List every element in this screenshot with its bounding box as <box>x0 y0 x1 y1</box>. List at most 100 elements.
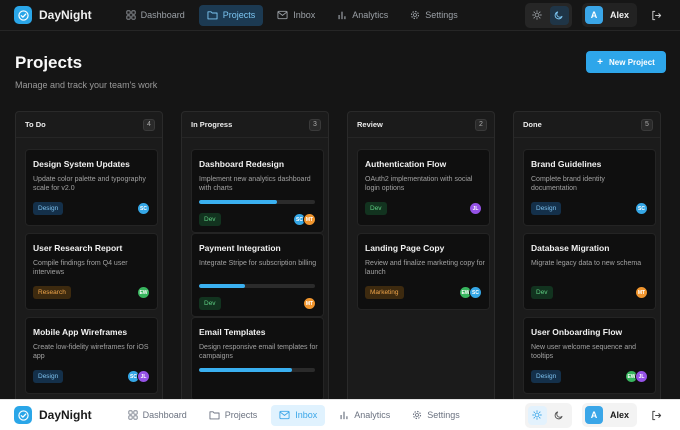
task-description: New user welcome sequence and tooltips <box>531 344 637 360</box>
task-card[interactable]: Email Templates Design responsive email t… <box>191 317 324 401</box>
top-nav-settings[interactable]: Settings <box>402 5 466 26</box>
assignee-avatars: EW JL <box>625 370 648 383</box>
column-title: Done <box>523 120 542 129</box>
brand[interactable]: DayNight <box>14 6 92 24</box>
task-card[interactable]: Design System Updates Update color palett… <box>25 149 158 226</box>
logout-icon <box>651 410 661 420</box>
task-tag: Marketing <box>365 286 404 299</box>
nav-label: Settings <box>425 10 458 20</box>
column-count-badge: 3 <box>309 118 321 131</box>
grid-icon <box>126 10 136 20</box>
brand-name: DayNight <box>39 408 92 422</box>
bottom-nav-dashboard[interactable]: Dashboard <box>120 405 195 426</box>
column-header: In Progress 3 <box>182 112 328 138</box>
assignee-avatar[interactable]: MT <box>303 213 316 226</box>
logout-button[interactable] <box>647 6 665 24</box>
column-header: Done 5 <box>514 112 660 138</box>
task-card[interactable]: Dashboard Redesign Implement new analytic… <box>191 149 324 233</box>
task-description: Review and finalize marketing copy for l… <box>365 260 485 276</box>
folder-icon <box>209 410 220 420</box>
column-header: Review 2 <box>348 112 494 138</box>
logo-check-icon <box>14 406 32 424</box>
assignee-avatar[interactable]: MT <box>635 286 648 299</box>
task-tag: Design <box>531 202 562 215</box>
column-header: To Do 4 <box>16 112 162 138</box>
user-avatar: A <box>584 6 603 24</box>
assignee-avatar[interactable]: SC <box>469 286 482 299</box>
gear-icon <box>412 410 422 420</box>
task-description: Design responsive email templates for ca… <box>199 344 318 360</box>
task-card[interactable]: User Research Report Compile findings fro… <box>25 233 158 310</box>
folder-icon <box>207 10 218 20</box>
task-title: Payment Integration <box>199 243 281 253</box>
bottom-nav-projects[interactable]: Projects <box>201 405 266 426</box>
mail-icon <box>279 410 290 420</box>
progress-fill <box>199 200 277 204</box>
assignee-avatars: SC <box>635 202 648 215</box>
assignee-avatar[interactable]: EW <box>137 286 150 299</box>
task-card[interactable]: Brand Guidelines Complete brand identity … <box>523 149 656 226</box>
task-tag: Dev <box>199 297 221 310</box>
assignee-avatars: EW <box>137 286 150 299</box>
task-title: User Onboarding Flow <box>531 327 623 337</box>
task-card[interactable]: Database Migration Migrate legacy data to… <box>523 233 656 310</box>
bottom-nav-inbox[interactable]: Inbox <box>271 404 326 426</box>
assignee-avatars: SC <box>137 202 150 215</box>
light-mode-button[interactable] <box>528 6 547 25</box>
bottom-nav-settings[interactable]: Settings <box>404 405 468 426</box>
light-mode-button[interactable] <box>527 405 547 425</box>
top-nav-dashboard[interactable]: Dashboard <box>118 5 193 26</box>
task-card[interactable]: Payment Integration Integrate Stripe for … <box>191 233 324 317</box>
task-title: Database Migration <box>531 243 610 253</box>
nav-label: Inbox <box>293 10 316 20</box>
assignee-avatar[interactable]: JL <box>469 202 482 215</box>
assignee-avatar[interactable]: SC <box>635 202 648 215</box>
task-title: Mobile App Wireframes <box>33 327 128 337</box>
bottom-nav-analytics[interactable]: Analytics <box>331 405 398 426</box>
task-card[interactable]: Mobile App Wireframes Create low-fidelity… <box>25 317 158 394</box>
nav-label: Analytics <box>352 10 389 20</box>
column-to-do: To Do 4 Design System Updates Update color … <box>15 111 163 411</box>
assignee-avatar[interactable]: SC <box>137 202 150 215</box>
user-menu[interactable]: A Alex <box>581 403 637 427</box>
assignee-avatars: MT <box>635 286 648 299</box>
assignee-avatar[interactable]: JL <box>137 370 150 383</box>
assignee-avatars: MT <box>303 297 316 310</box>
task-card[interactable]: Landing Page Copy Review and finalize mar… <box>357 233 490 310</box>
top-nav-analytics[interactable]: Analytics <box>329 5 396 26</box>
assignee-avatars: JL <box>469 202 482 215</box>
task-title: Dashboard Redesign <box>199 159 285 169</box>
user-name: Alex <box>609 10 629 20</box>
nav-label: Dashboard <box>142 410 187 420</box>
bottom-nav: Dashboard Projects Inbox Analytics Settings <box>120 404 468 426</box>
logout-button[interactable] <box>647 406 665 424</box>
column-title: To Do <box>25 120 46 129</box>
column-in-progress: In Progress 3 Dashboard Redesign Implement … <box>181 111 329 411</box>
sun-icon <box>532 410 543 420</box>
column-count-badge: 4 <box>143 118 155 131</box>
dark-mode-button[interactable] <box>549 5 569 25</box>
column-title: Review <box>357 120 383 129</box>
brand-name: DayNight <box>39 8 92 22</box>
top-nav-inbox[interactable]: Inbox <box>269 5 323 26</box>
task-description: Compile findings from Q4 user interviews <box>33 260 128 276</box>
task-card[interactable]: Authentication Flow OAuth2 implementation… <box>357 149 490 226</box>
new-project-button[interactable]: + New Project <box>586 51 666 73</box>
dark-mode-button[interactable] <box>550 406 569 425</box>
assignee-avatar[interactable]: JL <box>635 370 648 383</box>
page-subtitle: Manage and track your team's work <box>15 80 158 90</box>
logo-check-icon <box>14 6 32 24</box>
task-card[interactable]: User Onboarding Flow New user welcome seq… <box>523 317 656 394</box>
assignee-avatar[interactable]: MT <box>303 297 316 310</box>
top-nav-projects[interactable]: Projects <box>198 4 264 26</box>
task-tag: Research <box>33 286 71 299</box>
theme-toggle <box>524 2 572 28</box>
task-tag: Design <box>531 370 562 383</box>
brand[interactable]: DayNight <box>14 406 92 424</box>
user-menu[interactable]: A Alex <box>581 3 637 27</box>
nav-label: Dashboard <box>140 10 185 20</box>
nav-label: Analytics <box>354 410 391 420</box>
assignee-avatars: EW SC <box>459 286 482 299</box>
column-count-badge: 2 <box>475 118 487 131</box>
task-title: Email Templates <box>199 327 266 337</box>
